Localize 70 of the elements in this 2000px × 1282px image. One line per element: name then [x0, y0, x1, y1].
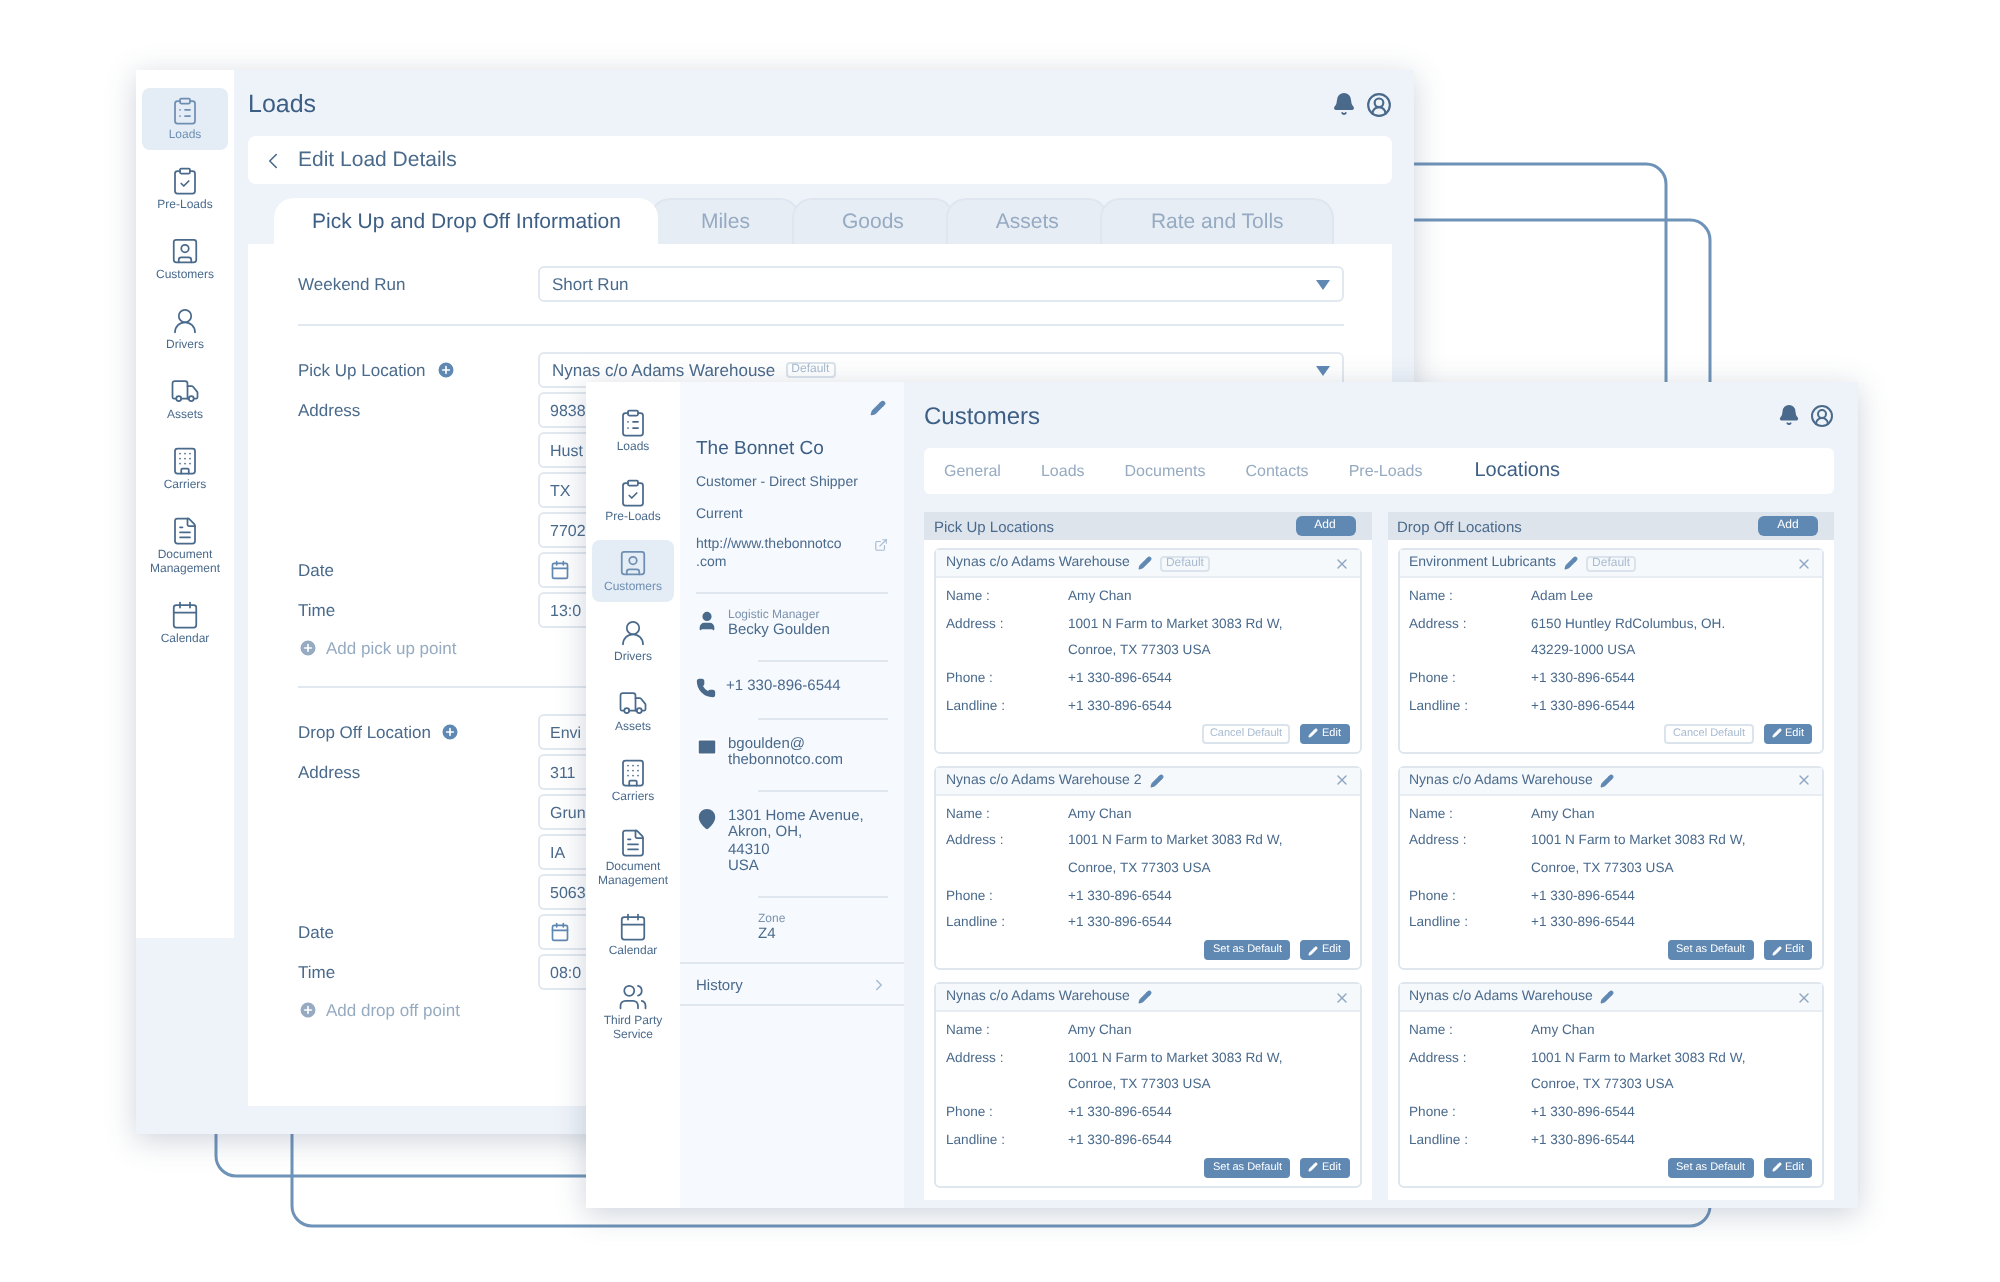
tab[interactable]: Locations	[1462, 460, 1573, 482]
field-label: Weekend Run	[298, 274, 408, 294]
close-icon[interactable]	[1333, 555, 1349, 571]
add-icon[interactable]	[298, 1000, 318, 1020]
calendar-icon	[550, 922, 570, 942]
document-icon	[170, 516, 200, 546]
person-icon	[170, 306, 200, 336]
bell-icon[interactable]	[1778, 404, 1800, 426]
field-label: Address	[298, 762, 363, 782]
calendar-icon	[550, 560, 570, 580]
people-icon	[618, 982, 648, 1012]
pencil-icon[interactable]	[1564, 556, 1579, 570]
caret-icon	[1316, 365, 1330, 375]
pencil-icon[interactable]	[1137, 990, 1152, 1005]
pencil-icon[interactable]	[1149, 773, 1164, 788]
clipboard-icon	[170, 96, 200, 126]
pencil-icon	[1308, 1162, 1319, 1173]
truck-icon	[170, 376, 200, 406]
chevron-right-icon	[870, 975, 888, 993]
close-icon[interactable]	[1796, 989, 1812, 1006]
close-icon[interactable]	[1333, 772, 1349, 789]
phone-icon	[696, 677, 716, 697]
contact-card-icon	[170, 236, 200, 266]
calendar-icon	[170, 600, 200, 630]
user-avatar-icon[interactable]	[1366, 91, 1392, 117]
close-icon[interactable]	[1796, 555, 1812, 571]
field-label: Time	[298, 600, 338, 620]
back-title: Edit Load Details	[298, 148, 457, 172]
add-icon[interactable]	[435, 360, 456, 380]
caret-icon	[1316, 279, 1330, 289]
field-label: Date	[298, 922, 336, 942]
calendar-icon	[618, 912, 648, 942]
pencil-icon	[1771, 728, 1782, 739]
customer-name: The Bonnet Co	[696, 438, 826, 460]
clipboard-check-icon	[170, 166, 200, 196]
pencil-icon	[1308, 945, 1319, 956]
pencil-icon	[1771, 945, 1782, 956]
building-icon	[618, 758, 648, 788]
pencil-icon[interactable]	[1600, 773, 1615, 788]
field-label: Time	[298, 962, 338, 982]
document-icon	[618, 828, 648, 858]
building-icon	[170, 446, 200, 476]
pencil-icon[interactable]	[870, 400, 886, 416]
field-label: Drop Off Location	[298, 722, 431, 742]
truck-icon	[618, 688, 648, 718]
clipboard-check-icon	[618, 478, 648, 508]
pencil-icon[interactable]	[1600, 990, 1615, 1005]
contact-card-icon	[618, 548, 648, 578]
pencil-icon	[1771, 1162, 1782, 1173]
location-pin-icon	[696, 807, 718, 829]
page-title: Loads	[248, 90, 317, 118]
person-icon	[618, 618, 648, 648]
field-label: Pick Up Location	[298, 360, 426, 380]
page-title: Customers	[924, 402, 1041, 430]
add-icon[interactable]	[440, 722, 461, 742]
person-icon	[696, 610, 718, 632]
external-link-icon[interactable]	[874, 538, 888, 552]
field-label: Date	[298, 560, 336, 580]
user-avatar-icon[interactable]	[1810, 404, 1834, 428]
bell-icon[interactable]	[1332, 91, 1356, 115]
back-bar[interactable]: Edit Load Details	[248, 136, 1392, 184]
weekend-run-select[interactable]: Short Run	[538, 266, 1344, 302]
tab[interactable]: Pick Up and Drop Off Information	[274, 198, 659, 244]
clipboard-icon	[618, 408, 648, 438]
close-icon[interactable]	[1333, 989, 1349, 1006]
pencil-icon	[1308, 728, 1319, 739]
field-label: Address	[298, 400, 363, 420]
pencil-icon[interactable]	[1137, 556, 1152, 570]
add-icon[interactable]	[298, 638, 318, 658]
close-icon[interactable]	[1796, 772, 1812, 789]
